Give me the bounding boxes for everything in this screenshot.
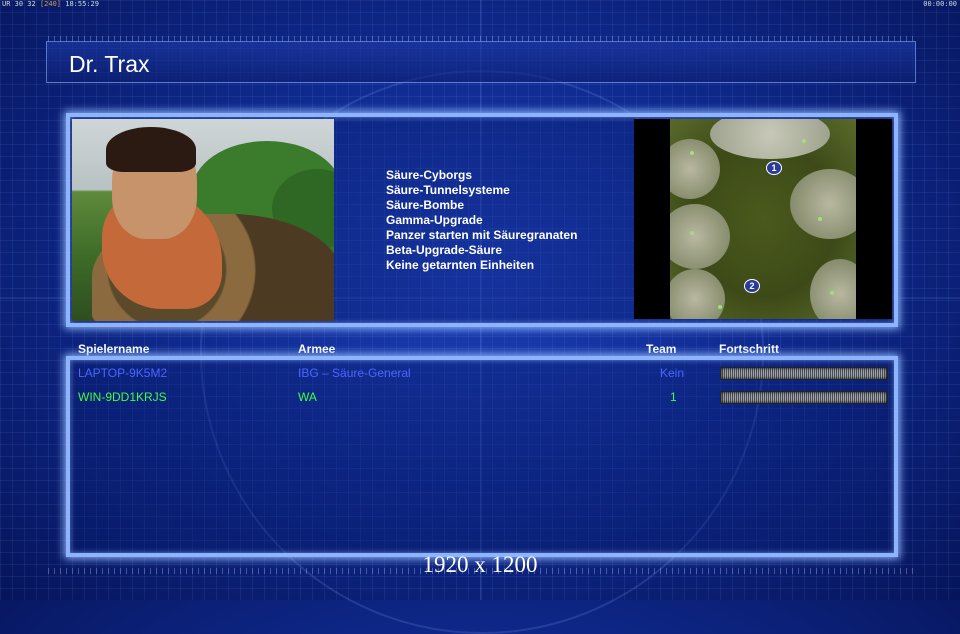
map-rock xyxy=(670,139,720,199)
player-name: LAPTOP-9K5M2 xyxy=(78,366,168,380)
start-position-marker[interactable]: 1 xyxy=(766,161,782,175)
ability-item: Beta-Upgrade-Säure xyxy=(386,243,503,257)
map-rock xyxy=(810,259,856,319)
player-team: 1 xyxy=(670,390,677,404)
map-rock xyxy=(710,119,830,159)
general-portrait xyxy=(72,119,334,321)
map-tree xyxy=(802,139,806,143)
header-progress: Fortschritt xyxy=(719,342,779,356)
table-row: LAPTOP-9K5M2 IBG – Säure-General Kein xyxy=(0,366,960,386)
player-army: IBG – Säure-General xyxy=(298,366,411,380)
player-name: WIN-9DD1KRJS xyxy=(78,390,167,404)
player-army: WA xyxy=(298,390,317,404)
map-preview: 1 2 xyxy=(634,119,892,319)
map-rock xyxy=(670,204,730,269)
player-progress-bar xyxy=(720,391,888,404)
ability-item: Säure-Tunnelsysteme xyxy=(386,183,510,197)
resolution-label: 1920 x 1200 xyxy=(422,552,538,577)
map-rock xyxy=(790,169,856,239)
table-row: WIN-9DD1KRJS WA 1 xyxy=(0,390,960,410)
status-fps: [240] xyxy=(39,0,62,8)
start-position-marker[interactable]: 2 xyxy=(744,279,760,293)
header-team: Team xyxy=(646,342,677,356)
map-tree xyxy=(690,231,694,235)
header-player-name: Spielername xyxy=(78,342,150,356)
player-progress-bar xyxy=(720,367,888,380)
status-readout-left: UR 30 32 [240] 18:55:29 xyxy=(2,0,99,8)
general-name: Dr. Trax xyxy=(69,51,150,77)
map-tree xyxy=(690,151,694,155)
abilities-list: Säure-Cyborgs Säure-Tunnelsysteme Säure-… xyxy=(386,168,577,273)
status-clock: 18:55:29 xyxy=(65,0,99,8)
players-frame xyxy=(66,356,898,557)
map-tree xyxy=(830,291,834,295)
map-terrain: 1 2 xyxy=(670,119,856,319)
map-tree xyxy=(718,305,722,309)
header-army: Armee xyxy=(298,342,336,356)
title-bar: Dr. Trax xyxy=(46,41,916,83)
map-tree xyxy=(818,217,822,221)
ability-item: Keine getarnten Einheiten xyxy=(386,258,535,272)
ability-item: Gamma-Upgrade xyxy=(386,213,483,227)
ability-item: Panzer starten mit Säuregranaten xyxy=(386,228,578,242)
map-rock xyxy=(670,269,725,319)
status-prefix: UR 30 32 xyxy=(2,0,36,8)
ability-item: Säure-Bombe xyxy=(386,198,465,212)
status-timer: 00:00:00 xyxy=(923,0,957,8)
ability-item: Säure-Cyborgs xyxy=(386,168,473,182)
portrait-hair xyxy=(106,127,196,172)
player-team: Kein xyxy=(660,366,685,380)
